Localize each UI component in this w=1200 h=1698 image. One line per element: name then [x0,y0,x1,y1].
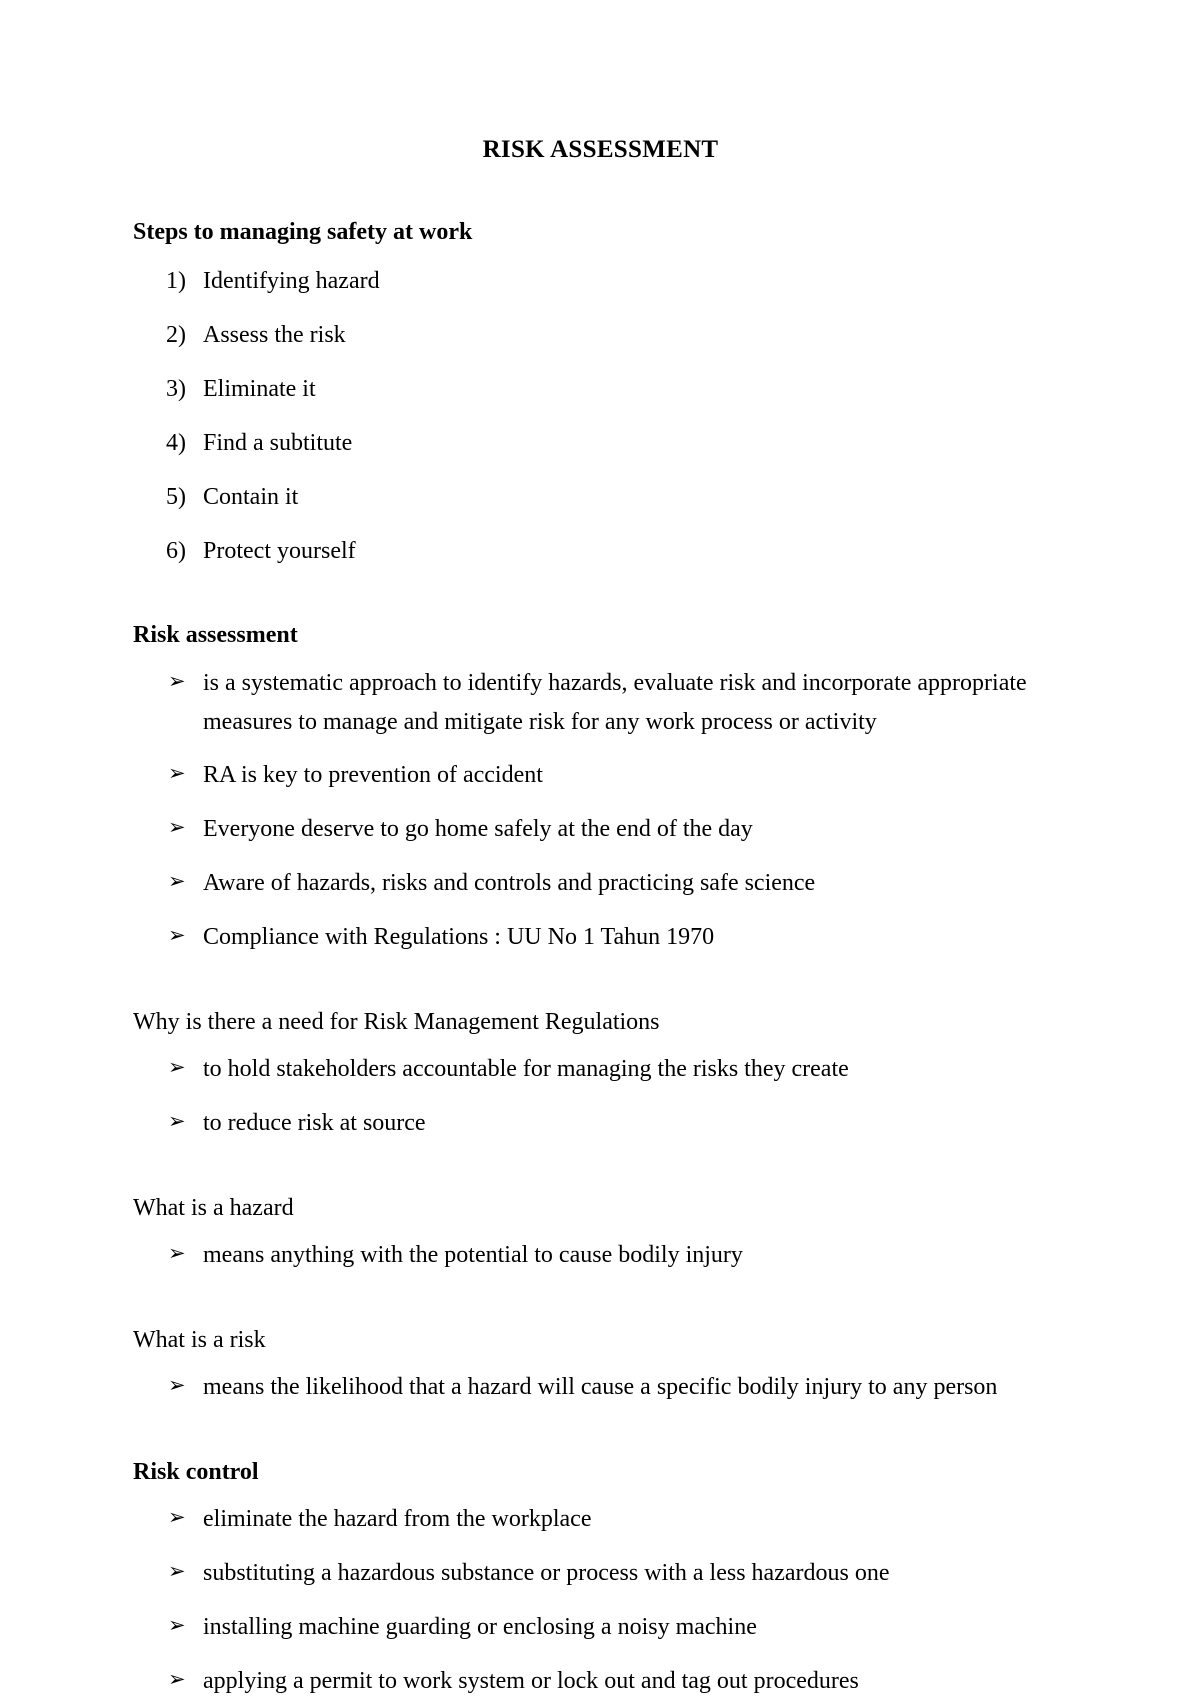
list-item: 3) Eliminate it [133,370,1068,409]
list-number: 6) [166,537,186,564]
arrow-bullet-icon: ➢ [168,869,186,894]
list-item: ➢ to reduce risk at source [133,1104,1068,1143]
arrow-bullet-icon: ➢ [168,1559,186,1583]
arrow-bullet-icon: ➢ [168,1373,186,1398]
list-item: ➢ means the likelihood that a hazard will… [133,1368,1068,1407]
sections-container: Steps to managing safety at work 1) Identi… [133,217,1068,1698]
arrow-bullet-icon: ➢ [168,761,186,786]
list-item-text: Protect yourself [203,537,356,564]
list-number: 3) [166,375,186,402]
list-item: ➢ applying a permit to work system or loc… [133,1662,1068,1698]
bullet-list: ➢ is a systematic approach to identify ha… [133,664,1068,957]
list-number: 1) [166,268,186,295]
list-item-text: Everyone deserve to go home safely at th… [203,816,753,843]
list-number: 4) [166,429,186,456]
section-heading: What is a risk [133,1326,266,1353]
bullet-list: ➢ to hold stakeholders accountable for ma… [133,1050,1068,1143]
list-item-text: to reduce risk at source [203,1109,426,1136]
section-heading: Steps to managing safety at work [133,219,473,245]
list-item: ➢ Aware of hazards, risks and controls an… [133,864,1068,903]
numbered-list: 1) Identifying hazard 2) Assess the risk 3) E… [133,262,1068,570]
list-item: ➢ to hold stakeholders accountable for ma… [133,1050,1068,1089]
list-item-text: RA is key to prevention of accident [203,762,543,789]
list-item-text: applying a permit to work system or lock… [203,1667,859,1694]
list-item: ➢ RA is key to prevention of accident [133,756,1068,795]
bullet-list: ➢ eliminate the hazard from the workplace… [133,1500,1068,1698]
list-item: ➢ eliminate the hazard from the workplace [133,1500,1068,1539]
list-number: 5) [166,483,186,510]
arrow-bullet-icon: ➢ [168,815,186,840]
list-item: 5) Contain it [133,478,1068,517]
list-item: ➢ substituting a hazardous substance or p… [133,1554,1068,1593]
arrow-bullet-icon: ➢ [168,1666,186,1691]
list-item-text: Compliance with Regulations : UU No 1 Ta… [203,924,715,950]
arrow-bullet-icon: ➢ [168,1505,186,1530]
list-item-text: Eliminate it [203,375,316,402]
arrow-bullet-icon: ➢ [168,668,186,693]
arrow-bullet-icon: ➢ [168,1612,186,1637]
list-item: 4) Find a subtitute [133,424,1068,463]
list-item-text: Contain it [203,483,299,510]
document-page: RISK ASSESSMENT Steps to managing safety… [0,0,1200,1698]
list-item-text: eliminate the hazard from the workplace [203,1506,592,1533]
list-item: ➢ installing machine guarding or enclosin… [133,1608,1068,1647]
page-title: RISK ASSESSMENT [482,136,719,163]
list-item-text: installing machine guarding or enclosing… [203,1613,757,1640]
list-item-text: means anything with the potential to cau… [203,1242,743,1268]
list-item-text: means the likelihood that a hazard will … [203,1374,998,1401]
list-item: 2) Assess the risk [133,316,1068,355]
list-item: ➢ is a systematic approach to identify ha… [133,664,1068,742]
section-heading: Risk assessment [133,622,298,649]
arrow-bullet-icon: ➢ [168,1055,186,1080]
section-heading: Why is there a need for Risk Management … [133,1008,660,1035]
list-item-text: Assess the risk [203,322,346,349]
list-item: ➢ Compliance with Regulations : UU No 1 T… [133,918,1068,957]
bullet-list: ➢ means the likelihood that a hazard will… [133,1368,1068,1407]
list-item-text: Identifying hazard [203,268,380,295]
arrow-bullet-icon: ➢ [168,1108,186,1133]
list-number: 2) [166,322,186,349]
section-heading: What is a hazard [133,1194,294,1221]
list-item: ➢ means anything with the potential to ca… [133,1236,1068,1275]
arrow-bullet-icon: ➢ [168,1241,186,1265]
list-item: ➢ Everyone deserve to go home safely at t… [133,810,1068,849]
list-item: 6) Protect yourself [133,532,1068,571]
list-item-text: is a systematic approach to identify haz… [203,669,1033,735]
document-body: RISK ASSESSMENT Steps to managing safety… [133,0,1068,1698]
list-item-text: to hold stakeholders accountable for man… [203,1056,849,1083]
list-item-text: substituting a hazardous substance or pr… [203,1560,890,1586]
list-item: 1) Identifying hazard [133,262,1068,301]
bullet-list: ➢ means anything with the potential to ca… [133,1236,1068,1275]
arrow-bullet-icon: ➢ [168,923,186,947]
section-heading: Risk control [133,1458,259,1485]
list-item-text: Find a subtitute [203,429,353,456]
list-item-text: Aware of hazards, risks and controls and… [203,870,816,897]
